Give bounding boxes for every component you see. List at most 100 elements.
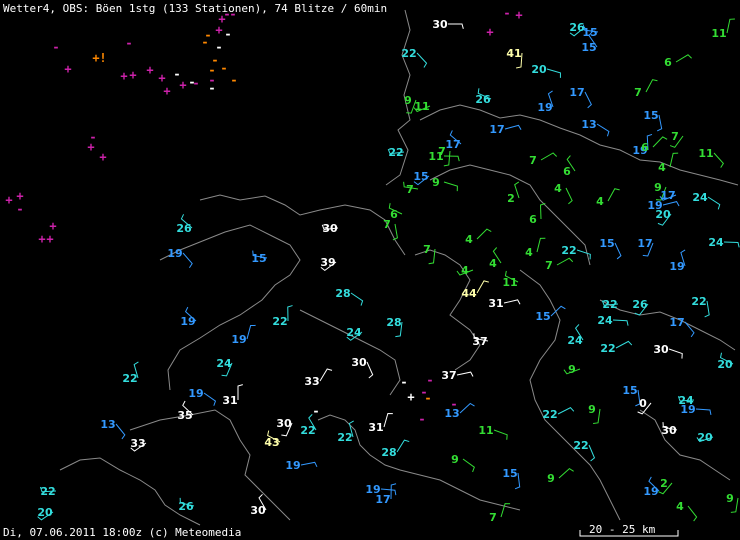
station-gust-label: 20: [697, 431, 713, 444]
lightning-marker: -: [208, 63, 215, 77]
station-gust-label: 15: [643, 109, 658, 122]
station-gust-label: 4: [676, 500, 684, 513]
station-gust-label: 24: [708, 236, 724, 249]
wind-barb: [514, 181, 520, 199]
station-gust-label: 15: [582, 26, 597, 39]
wind-barb: [448, 23, 464, 29]
lightning-marker: +: [16, 189, 23, 203]
station-gust-label: 19: [669, 260, 684, 273]
wind-barb: [503, 299, 521, 305]
wind-barb: [546, 68, 561, 78]
wind-barb: [645, 79, 658, 93]
station-gust-label: 30: [661, 424, 677, 437]
lightning-marker: -: [173, 67, 180, 81]
wind-barb: [565, 187, 573, 205]
station-gust-label: 19: [680, 403, 695, 416]
lightning-marker: -: [418, 412, 425, 426]
station-gust-label: 15: [622, 384, 637, 397]
lightning-marker: !: [99, 51, 106, 65]
station-gust-label: 17: [445, 138, 460, 151]
wind-barb: [713, 152, 724, 168]
station-gust-label: 7: [634, 86, 642, 99]
wind-barb: [476, 228, 492, 240]
wind-barb: [558, 468, 574, 479]
station-gust-label: 13: [581, 118, 596, 131]
station-gust-label: 44: [461, 287, 477, 300]
map-canvas: 3022 4126151511620179 112619717 131572217 19…: [5, 6, 740, 537]
wind-barb: [350, 292, 364, 306]
wind-barb: [476, 280, 489, 294]
wind-barb: [416, 52, 428, 68]
lightning-marker: +: [515, 8, 522, 22]
lightning-marker: -: [224, 27, 231, 41]
station-gust-label: 4: [525, 246, 533, 259]
station-gust-label: 35: [177, 409, 192, 422]
station-gust-label: 24: [597, 314, 613, 327]
station-gust-label: 20: [717, 358, 733, 371]
station-gust-label: 15: [581, 41, 596, 54]
lightning-marker: -: [503, 6, 510, 20]
wind-barb: [540, 152, 558, 161]
station-gust-label: 0: [639, 397, 647, 410]
wind-barb: [557, 407, 575, 415]
station-gust-label: 22: [272, 315, 287, 328]
station-gust-label: 33: [304, 375, 319, 388]
lightning-marker: -: [424, 391, 431, 405]
station-gust-label: 17: [637, 237, 652, 250]
station-gust-label: 2: [507, 192, 515, 205]
wind-barb: [443, 181, 458, 192]
lightning-markers: ++-++--- -+ + + +++ + - -+ !---- ------ --+++ +-++ +…: [5, 6, 522, 426]
wind-barb: [652, 136, 668, 148]
station-gust-label: 11: [502, 276, 517, 289]
station-gust-label: 31: [488, 297, 503, 310]
station-gust-label: 11: [698, 147, 713, 160]
map-footer: Di, 07.06.2011 18:00z (c) Meteomedia: [3, 526, 242, 539]
station-gust-label: 9: [547, 472, 555, 485]
wind-barb: [443, 155, 460, 162]
station-gust-label: 30: [322, 222, 338, 235]
wind-barb: [687, 505, 698, 522]
station-gust-label: 22: [573, 439, 588, 452]
station-gust-label: 7: [406, 183, 414, 196]
lightning-marker: -: [220, 61, 227, 75]
wind-barb: [669, 152, 679, 168]
station-gust-label: 22: [602, 298, 617, 311]
station-gust-label: 17: [569, 86, 584, 99]
station-gust-label: 4: [596, 195, 604, 208]
lightning-marker: +: [158, 71, 165, 85]
wind-barb: [383, 413, 393, 428]
lightning-marker: -: [215, 40, 222, 54]
station-gust-label: 22: [401, 47, 416, 60]
station-gust-label: 37: [472, 335, 487, 348]
wind-barb: [723, 241, 740, 248]
lightning-marker: -: [125, 36, 132, 50]
station-gust-label: 15: [251, 252, 266, 265]
station-gust-label: 30: [250, 504, 266, 517]
station-gust-label: 24: [346, 326, 362, 339]
station-gust-label: 22: [337, 431, 352, 444]
station-gust-label: 24: [567, 334, 583, 347]
station-gust-label: 28: [386, 316, 401, 329]
station-gust-label: 9: [432, 176, 440, 189]
station-gust-label: 7: [438, 145, 446, 158]
station-gust-label: 4: [465, 233, 473, 246]
lightning-marker: -: [201, 35, 208, 49]
lightning-marker: -: [312, 404, 319, 418]
wind-barb: [726, 18, 735, 34]
weather-map: 30 22 41 26 15 15 11 6 20 17 9 11 26 19 7 17 13 15 7 22 17 19…: [0, 0, 740, 540]
station-gust-label: 17: [669, 316, 684, 329]
wind-barb: [287, 305, 293, 322]
station-gust-label: 7: [423, 243, 431, 256]
wind-barb: [550, 305, 566, 317]
station-gust-label: 6: [664, 56, 672, 69]
station-gust-label: 11: [414, 100, 429, 113]
station-gust-label: 37: [441, 369, 456, 382]
lightning-marker: -: [450, 397, 457, 411]
lightning-marker: -: [230, 73, 237, 87]
station-gust-label: 13: [100, 418, 115, 431]
station-gust-label: 7: [529, 154, 537, 167]
scale-label: 20 - 25 km: [589, 523, 656, 536]
station-gust-label: 26: [475, 93, 491, 106]
station-gust-label: 19: [188, 387, 203, 400]
station-gust-label: 7: [489, 511, 497, 524]
